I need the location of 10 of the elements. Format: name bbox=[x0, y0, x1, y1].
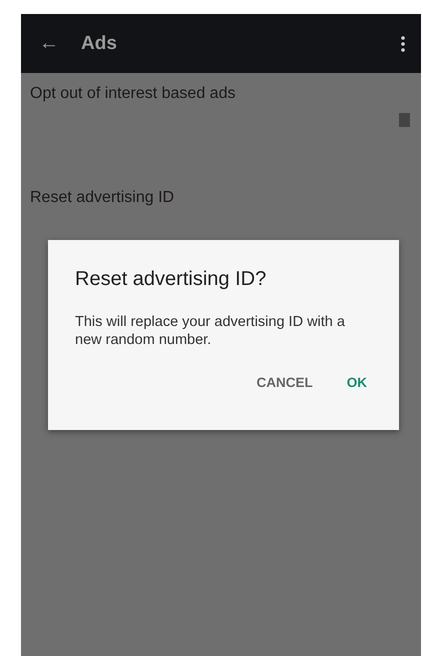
toolbar-title: Ads bbox=[81, 32, 118, 54]
cancel-button[interactable]: CANCEL bbox=[250, 371, 319, 394]
setting-title[interactable]: Reset advertising ID bbox=[30, 189, 174, 207]
back-button[interactable]: ← bbox=[39, 32, 59, 55]
setting-title[interactable]: Opt out of interest based ads bbox=[30, 85, 236, 103]
dialog-title: Reset advertising ID? bbox=[75, 268, 268, 291]
checkbox[interactable] bbox=[399, 113, 410, 127]
dialog-message: This will replace your advertising ID with a new random number. bbox=[75, 313, 346, 349]
ok-button[interactable]: OK bbox=[340, 371, 373, 394]
more-options-icon[interactable] bbox=[401, 36, 405, 52]
